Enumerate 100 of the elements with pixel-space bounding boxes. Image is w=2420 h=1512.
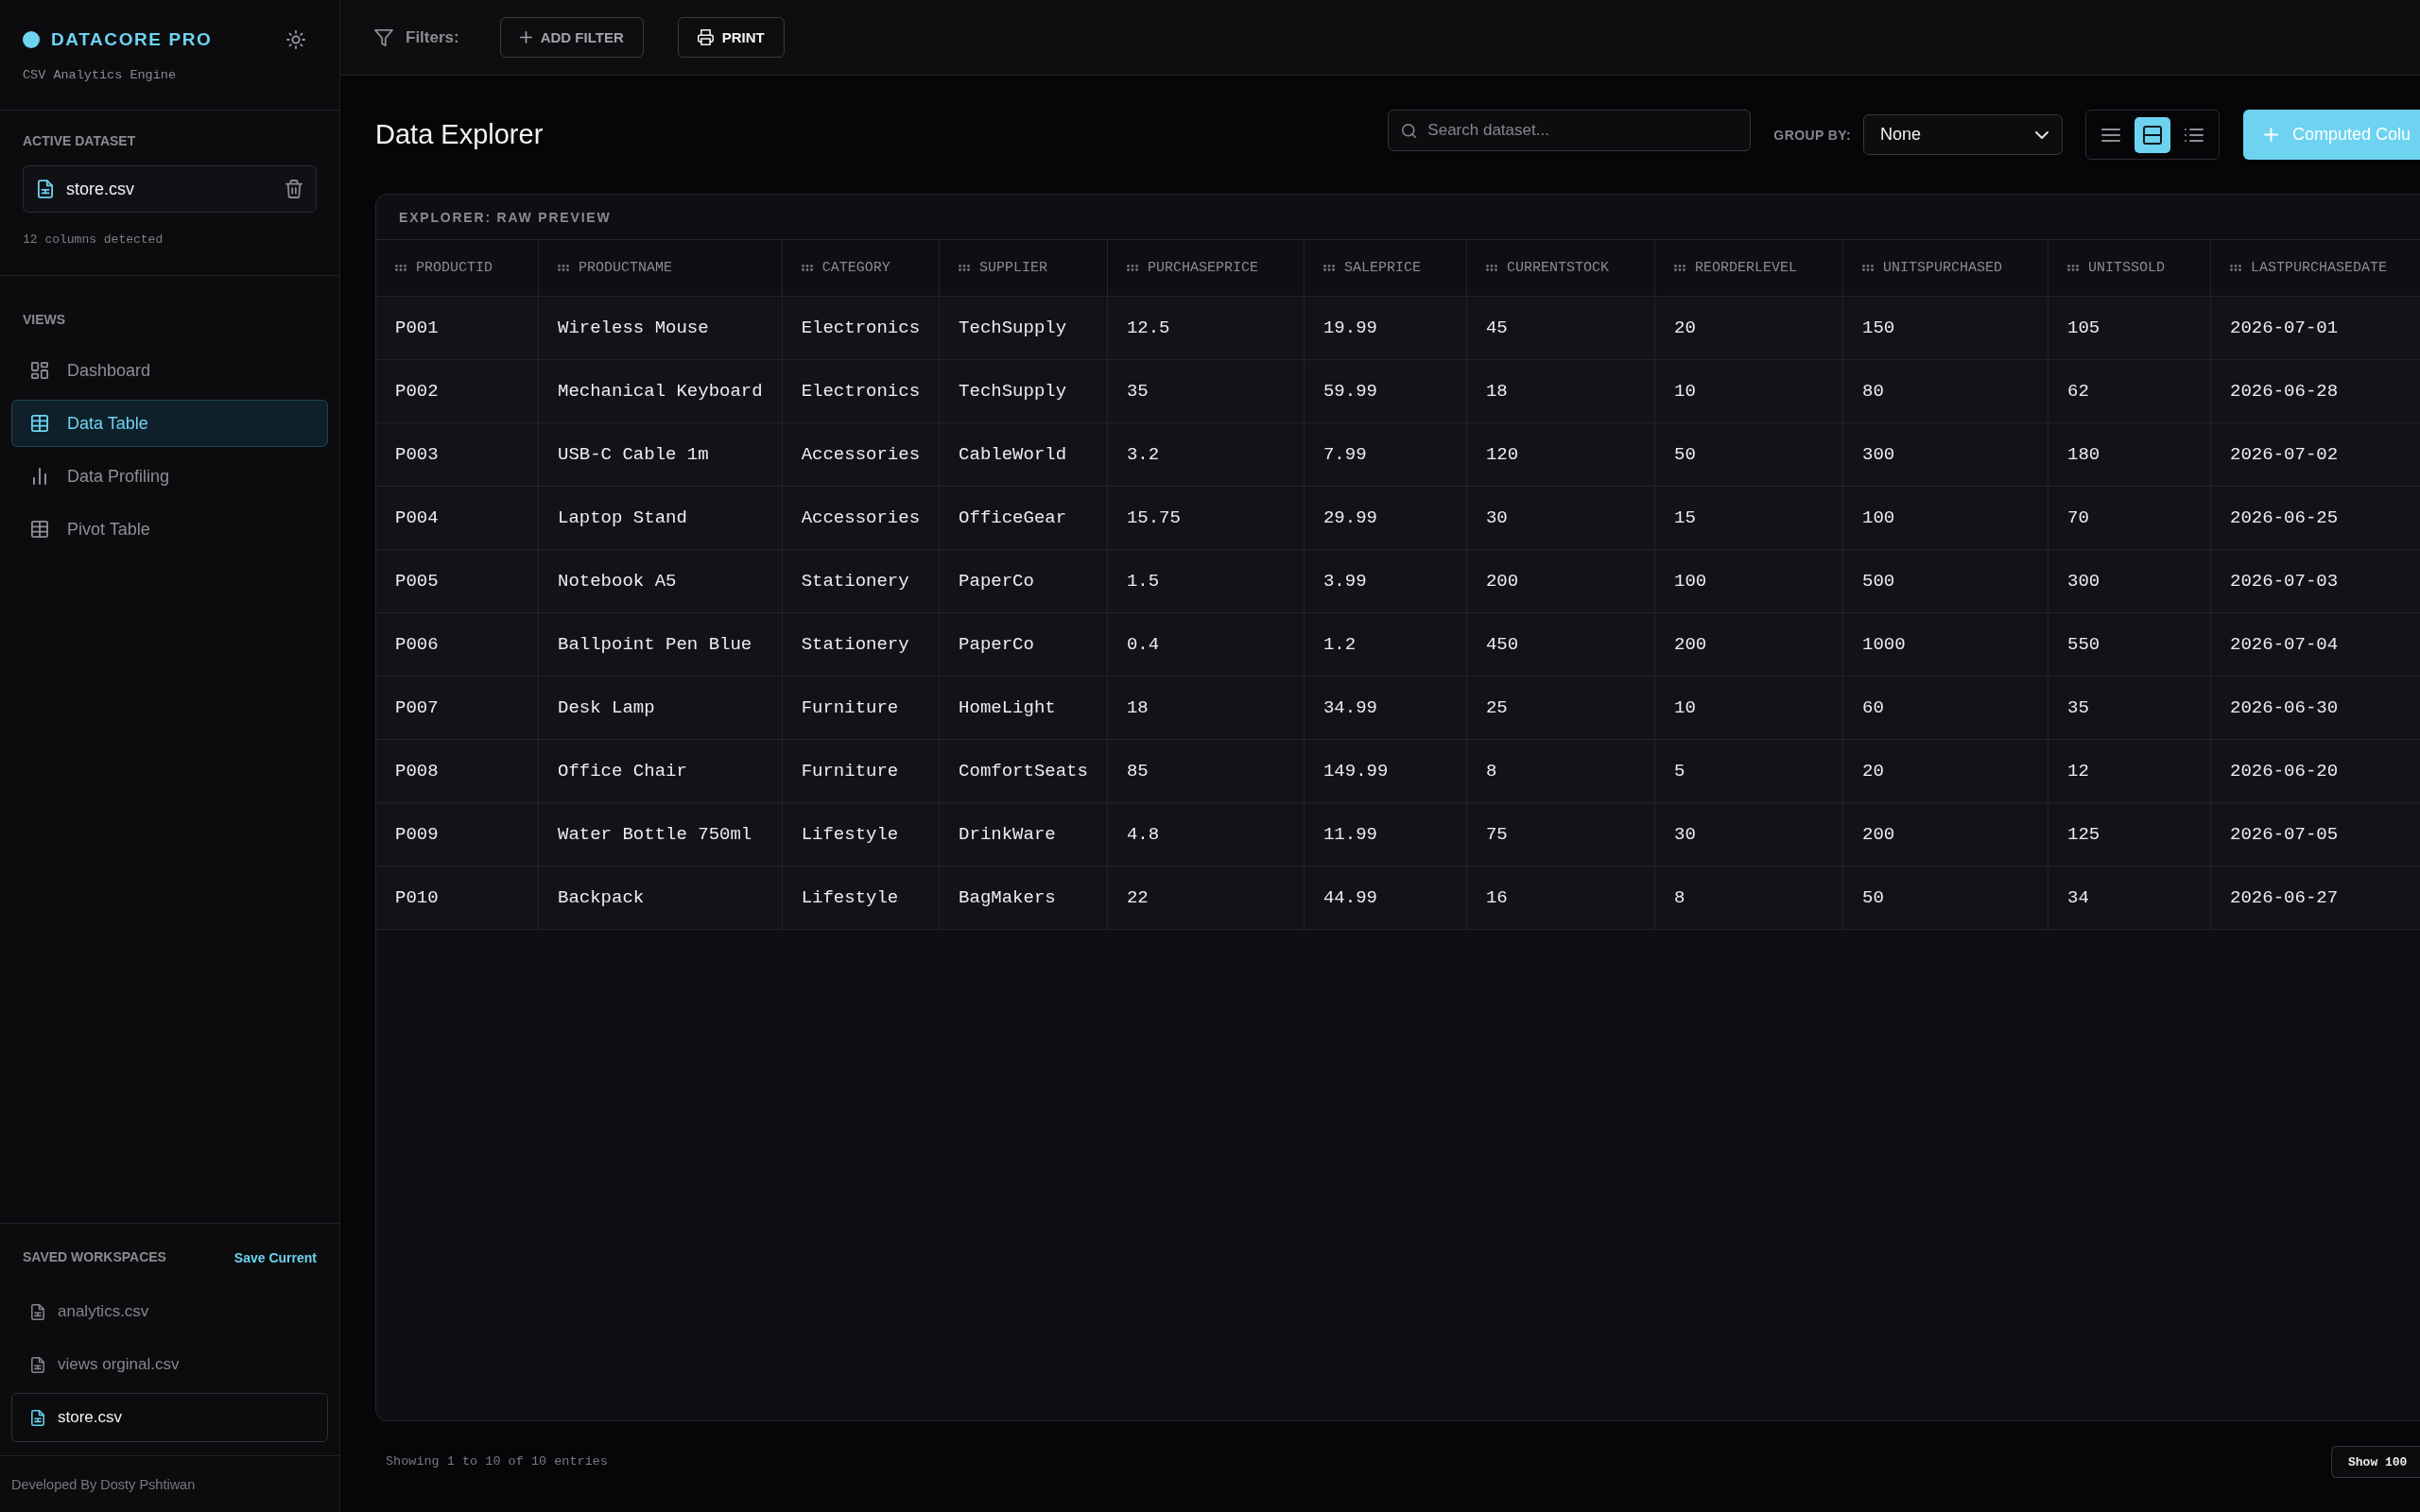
- table-cell: Ballpoint Pen Blue: [538, 612, 783, 677]
- table-cell: TechSupply: [939, 359, 1108, 423]
- column-header[interactable]: LASTPURCHASEDATE: [2210, 240, 2420, 297]
- grip-icon: [959, 265, 971, 271]
- grip-icon: [2067, 265, 2080, 271]
- column-header[interactable]: CURRENTSTOCK: [1466, 240, 1655, 297]
- table-cell: 2026-06-25: [2210, 486, 2420, 550]
- table-cell: P004: [376, 486, 539, 550]
- table-cell: P009: [376, 802, 539, 867]
- file-icon: [31, 1356, 44, 1373]
- table-icon: [31, 415, 48, 432]
- table-cell: 29.99: [1304, 486, 1467, 550]
- column-header[interactable]: REORDERLEVEL: [1654, 240, 1843, 297]
- workspace-item[interactable]: views orginal.csv: [11, 1340, 328, 1389]
- section-heading: ACTIVE DATASET: [23, 133, 136, 149]
- trash-icon[interactable]: [285, 180, 302, 198]
- table-cell: 200: [1842, 802, 2048, 867]
- print-button[interactable]: PRINT: [677, 17, 785, 58]
- table-cell: 0.4: [1107, 612, 1305, 677]
- table-cell: 12: [2048, 739, 2211, 803]
- table-cell: 34: [2048, 866, 2211, 930]
- workspace-item[interactable]: store.csv: [11, 1393, 328, 1442]
- table-cell: Accessories: [782, 422, 940, 487]
- grip-icon: [1485, 265, 1497, 271]
- table-cell: 10: [1654, 676, 1843, 740]
- table-cell: P010: [376, 866, 539, 930]
- nav-item[interactable]: Pivot Table: [11, 506, 328, 553]
- table-cell: P002: [376, 359, 539, 423]
- table-cell: Water Bottle 750ml: [538, 802, 783, 867]
- table-cell: Desk Lamp: [538, 676, 783, 740]
- grid-icon: [31, 362, 48, 379]
- table-cell: 2026-07-03: [2210, 549, 2420, 613]
- table-cell: 450: [1466, 612, 1655, 677]
- column-header[interactable]: SUPPLIER: [939, 240, 1108, 297]
- grip-icon: [2230, 265, 2242, 271]
- sun-icon[interactable]: [286, 30, 305, 49]
- table-cell: OfficeGear: [939, 486, 1108, 550]
- table-cell: 100: [1842, 486, 2048, 550]
- table-cell: 180: [2048, 422, 2211, 487]
- table-cell: 1.5: [1107, 549, 1305, 613]
- caret-icon: [2035, 130, 2048, 139]
- grip-icon: [1862, 265, 1874, 271]
- developer-credit: Developed By Dosty Pshtiwan: [11, 1476, 196, 1492]
- table-cell: Backpack: [538, 866, 783, 930]
- grip-icon: [1674, 265, 1685, 271]
- column-header[interactable]: UNITSSOLD: [2048, 240, 2211, 297]
- column-header[interactable]: SALEPRICE: [1304, 240, 1467, 297]
- add-filter-button[interactable]: ADD FILTER: [499, 17, 644, 58]
- table-cell: 2026-07-02: [2210, 422, 2420, 487]
- grip-icon: [1126, 265, 1138, 271]
- bar-chart-icon: [31, 468, 48, 485]
- table-cell: PaperCo: [939, 612, 1108, 677]
- lines-icon: [2100, 127, 2120, 143]
- table-cell: Lifestyle: [782, 866, 940, 930]
- table-cell: Notebook A5: [538, 549, 783, 613]
- column-header[interactable]: CATEGORY: [782, 240, 940, 297]
- table-cell: Furniture: [782, 739, 940, 803]
- table-cell: Office Chair: [538, 739, 783, 803]
- save-current-link[interactable]: Save Current: [233, 1249, 317, 1265]
- table-cell: 1.2: [1304, 612, 1467, 677]
- section-heading: SAVED WORKSPACES: [23, 1249, 166, 1265]
- table-cell: 12.5: [1107, 296, 1305, 360]
- group-by-select[interactable]: None: [1863, 114, 2063, 155]
- table-cell: 11.99: [1304, 802, 1467, 867]
- file-icon: [31, 1303, 44, 1320]
- table-cell: HomeLight: [939, 676, 1108, 740]
- column-header[interactable]: PURCHASEPRICE: [1107, 240, 1305, 297]
- column-header[interactable]: PRODUCTID: [376, 240, 539, 297]
- workspace-item[interactable]: analytics.csv: [11, 1287, 328, 1336]
- table-cell: 15: [1654, 486, 1843, 550]
- table-cell: CableWorld: [939, 422, 1108, 487]
- table-cell: 25: [1466, 676, 1655, 740]
- table-cell: 125: [2048, 802, 2211, 867]
- table-cell: P001: [376, 296, 539, 360]
- column-header[interactable]: PRODUCTNAME: [538, 240, 783, 297]
- logo-dot-icon: [23, 31, 40, 48]
- view-mode-button[interactable]: [2135, 116, 2170, 153]
- page-size-button[interactable]: Show 100: [2331, 1446, 2420, 1478]
- table-cell: 18: [1466, 359, 1655, 423]
- table-cell: 50: [1842, 866, 2048, 930]
- nav-item[interactable]: Dashboard: [11, 347, 328, 394]
- search-field[interactable]: Search dataset...: [1388, 110, 1752, 151]
- table-cell: 3.2: [1107, 422, 1305, 487]
- column-header[interactable]: UNITSPURCHASED: [1842, 240, 2048, 297]
- nav-item[interactable]: Data Table: [11, 400, 328, 447]
- table-cell: Electronics: [782, 359, 940, 423]
- table-cell: 500: [1842, 549, 2048, 613]
- filters-label: Filters:: [406, 27, 459, 47]
- table-cell: 2026-07-05: [2210, 802, 2420, 867]
- nav-item[interactable]: Data Profiling: [11, 453, 328, 500]
- table-cell: Electronics: [782, 296, 940, 360]
- table-cell: Mechanical Keyboard: [538, 359, 783, 423]
- table-cell: Furniture: [782, 676, 940, 740]
- panel-icon: [2143, 125, 2162, 145]
- table-cell: 2026-06-28: [2210, 359, 2420, 423]
- table-cell: 300: [1842, 422, 2048, 487]
- table-cell: 62: [2048, 359, 2211, 423]
- table-cell: 550: [2048, 612, 2211, 677]
- table-cell: 4.8: [1107, 802, 1305, 867]
- table-cell: P008: [376, 739, 539, 803]
